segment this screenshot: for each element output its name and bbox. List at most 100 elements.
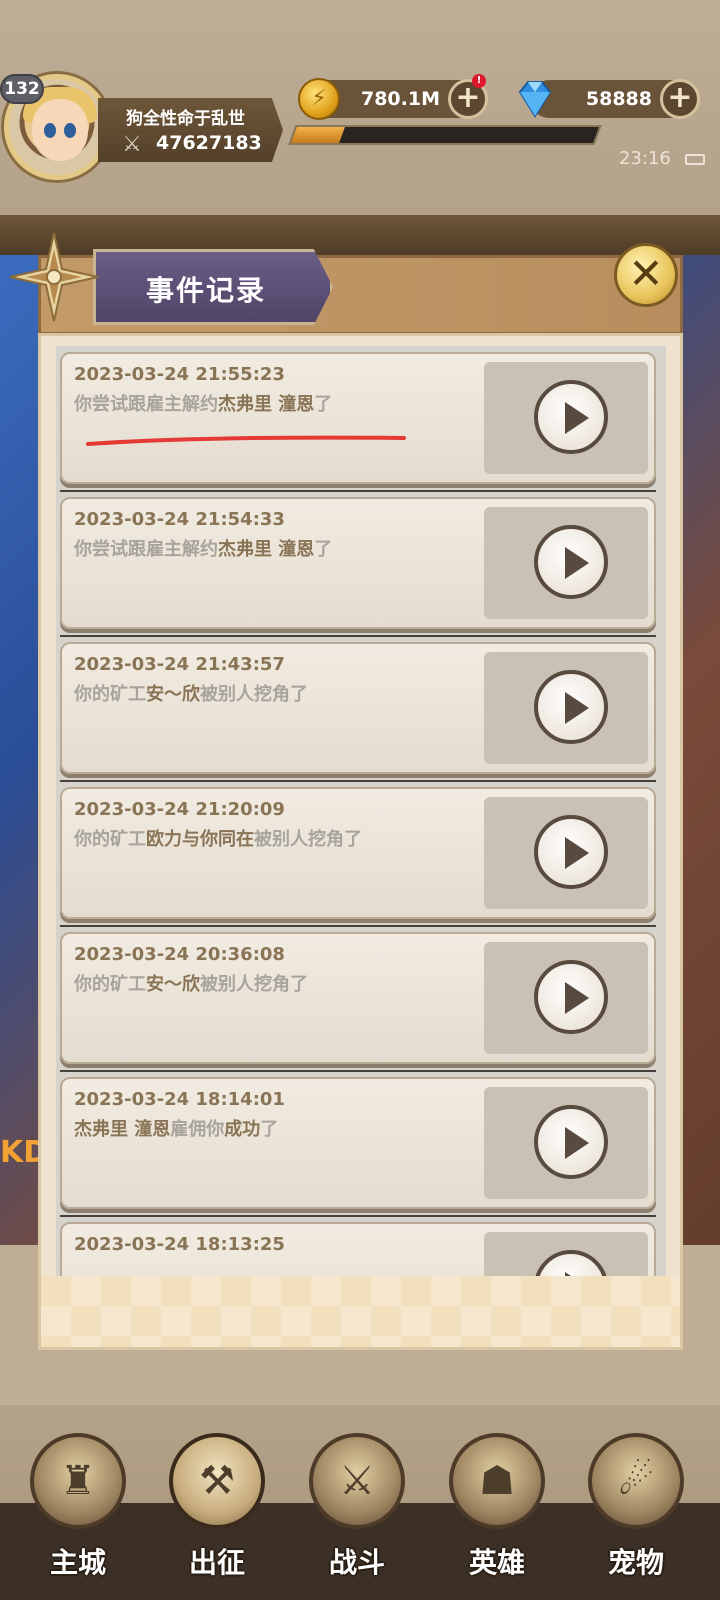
event-message-segment: 了: [314, 539, 333, 560]
event-message: 你的矿工安～欣被别人挖角了: [74, 680, 308, 706]
play-replay-button[interactable]: [534, 670, 608, 744]
row-divider: [60, 780, 656, 782]
event-timestamp: 2023-03-24 21:55:23: [74, 364, 285, 385]
event-row: 2023-03-24 21:55:23 你尝试跟雇主解约杰弗里 潼恩了: [60, 352, 656, 484]
hooded-hero-icon: ☗: [449, 1433, 545, 1529]
event-message-segment: 了: [260, 1119, 279, 1140]
row-divider: [60, 925, 656, 927]
event-message-highlight: 杰弗里 潼恩: [74, 1119, 171, 1140]
event-message-highlight: 杰弗里 潼恩: [218, 394, 315, 415]
row-divider: [60, 1070, 656, 1072]
event-timestamp: 2023-03-24 21:20:09: [74, 799, 285, 820]
nav-item-heroes[interactable]: ☗ 英雄: [437, 1433, 557, 1598]
experience-bar-fill: [291, 127, 346, 143]
event-row: 2023-03-24 20:36:08 你的矿工安～欣被别人挖角了: [60, 932, 656, 1064]
player-power-value: 47627183: [156, 132, 262, 154]
nav-item-battle[interactable]: ⚔ 战斗: [297, 1433, 417, 1598]
crossed-swords-icon: ⚔: [122, 132, 142, 157]
event-message-segment: 被别人挖角了: [200, 684, 308, 705]
player-name: 狗全性命于乱世: [126, 109, 245, 129]
dragon-pet-icon: ☄: [588, 1433, 684, 1529]
play-replay-button[interactable]: [534, 380, 608, 454]
play-replay-button[interactable]: [534, 960, 608, 1034]
clock-time: 23:16: [619, 148, 671, 169]
play-replay-button[interactable]: [534, 1105, 608, 1179]
battle-shield-icon: ⚔: [309, 1433, 405, 1529]
event-message: 你的矿工安～欣被别人挖角了: [74, 970, 308, 996]
row-divider: [60, 490, 656, 492]
event-timestamp: 2023-03-24 21:43:57: [74, 654, 285, 675]
play-replay-button[interactable]: [534, 815, 608, 889]
event-message-highlight: 成功: [224, 1119, 261, 1140]
dialog-footer: [41, 1276, 680, 1347]
event-message-segment: 了: [314, 394, 333, 415]
event-log-dialog: 事件记录 ✕ 2023-03-24 21:55:23 你尝试跟雇主解约杰弗里 潼恩…: [9, 232, 683, 1350]
event-message-highlight: 杰弗里 潼恩: [218, 539, 315, 560]
player-name-plate[interactable]: 狗全性命于乱世 ⚔ 47627183: [98, 98, 283, 162]
replay-panel: [484, 1087, 648, 1199]
replay-panel: [484, 652, 648, 764]
nav-label: 宠物: [607, 1546, 664, 1579]
replay-panel: [484, 507, 648, 619]
compass-star-icon: [9, 232, 99, 322]
crossed-axes-icon: ⚒: [169, 1433, 265, 1529]
nav-label: 战斗: [328, 1546, 385, 1579]
replay-panel: [484, 1232, 648, 1276]
experience-bar: [288, 125, 602, 145]
gold-counter: ⚡ 780.1M + !: [298, 74, 488, 120]
event-timestamp: 2023-03-24 21:54:33: [74, 509, 285, 530]
event-list[interactable]: 2023-03-24 21:55:23 你尝试跟雇主解约杰弗里 潼恩了 2023-0…: [56, 346, 666, 1276]
play-replay-button[interactable]: [534, 525, 608, 599]
event-message-segment: 雇佣你: [170, 1119, 225, 1140]
replay-panel: [484, 942, 648, 1054]
event-timestamp: 2023-03-24 18:13:25: [74, 1234, 285, 1255]
gold-coin-icon: ⚡: [298, 78, 340, 120]
event-message: 你的矿工欧力与你同在被别人挖角了: [74, 825, 362, 851]
nav-item-main-city[interactable]: ♜ 主城: [18, 1433, 138, 1598]
event-timestamp: 2023-03-24 18:14:01: [74, 1089, 285, 1110]
nav-item-pets[interactable]: ☄ 宠物: [576, 1433, 696, 1598]
close-button[interactable]: ✕: [614, 243, 678, 307]
castle-icon: ♜: [30, 1433, 126, 1529]
red-annotation-underline: [86, 435, 406, 446]
event-message-segment: 你的矿工: [74, 684, 146, 705]
dialog-body: 2023-03-24 21:55:23 你尝试跟雇主解约杰弗里 潼恩了 2023-0…: [38, 333, 683, 1350]
event-timestamp: 2023-03-24 20:36:08: [74, 944, 285, 965]
event-row: 2023-03-24 21:20:09 你的矿工欧力与你同在被别人挖角了: [60, 787, 656, 919]
row-divider: [60, 1215, 656, 1217]
gold-value: 780.1M: [360, 88, 440, 110]
bottom-navigation: ♜ 主城 ⚒ 出征 ⚔ 战斗 ☗ 英雄 ☄ 宠物: [0, 1405, 720, 1600]
avatar-face: [32, 99, 88, 161]
event-message: 你尝试跟雇主解约杰弗里 潼恩了: [74, 390, 332, 416]
event-message-highlight: 安～欣: [146, 974, 200, 995]
event-message: 你尝试跟雇主解约杰弗里 潼恩了: [74, 535, 332, 561]
event-row: 2023-03-24 21:54:33 你尝试跟雇主解约杰弗里 潼恩了: [60, 497, 656, 629]
event-message-segment: 被别人挖角了: [200, 974, 308, 995]
battery-icon: [685, 154, 705, 165]
top-status-bar: 132 狗全性命于乱世 ⚔ 47627183 ⚡ 780.1M + ! 5888…: [0, 0, 720, 215]
replay-panel: [484, 797, 648, 909]
nav-label: 主城: [49, 1546, 106, 1579]
player-level-badge: 132: [0, 74, 44, 104]
nav-item-expedition[interactable]: ⚒ 出征: [157, 1433, 277, 1598]
event-message-highlight: 安～欣: [146, 684, 200, 705]
play-replay-button[interactable]: [534, 1250, 608, 1276]
gold-notification-badge: !: [472, 74, 486, 88]
event-row: 2023-03-24 18:13:25: [60, 1222, 656, 1276]
event-message-segment: 你尝试跟雇主解约: [74, 539, 218, 560]
event-message-segment: 你尝试跟雇主解约: [74, 394, 218, 415]
gem-counter: 58888 +: [518, 79, 700, 119]
row-divider: [60, 635, 656, 637]
diamond-gem-icon: [518, 81, 552, 118]
dialog-title: 事件记录: [146, 274, 267, 307]
nav-label: 英雄: [468, 1546, 525, 1579]
nav-label: 出征: [188, 1546, 245, 1579]
event-row: 2023-03-24 18:14:01 杰弗里 潼恩雇佣你成功了: [60, 1077, 656, 1209]
event-message-segment: 你的矿工: [74, 829, 146, 850]
event-message-segment: 你的矿工: [74, 974, 146, 995]
add-gems-button[interactable]: +: [660, 79, 700, 119]
event-row: 2023-03-24 21:43:57 你的矿工安～欣被别人挖角了: [60, 642, 656, 774]
gem-value: 58888: [585, 88, 652, 110]
event-message-segment: 被别人挖角了: [254, 829, 362, 850]
event-message: 杰弗里 潼恩雇佣你成功了: [74, 1115, 278, 1141]
